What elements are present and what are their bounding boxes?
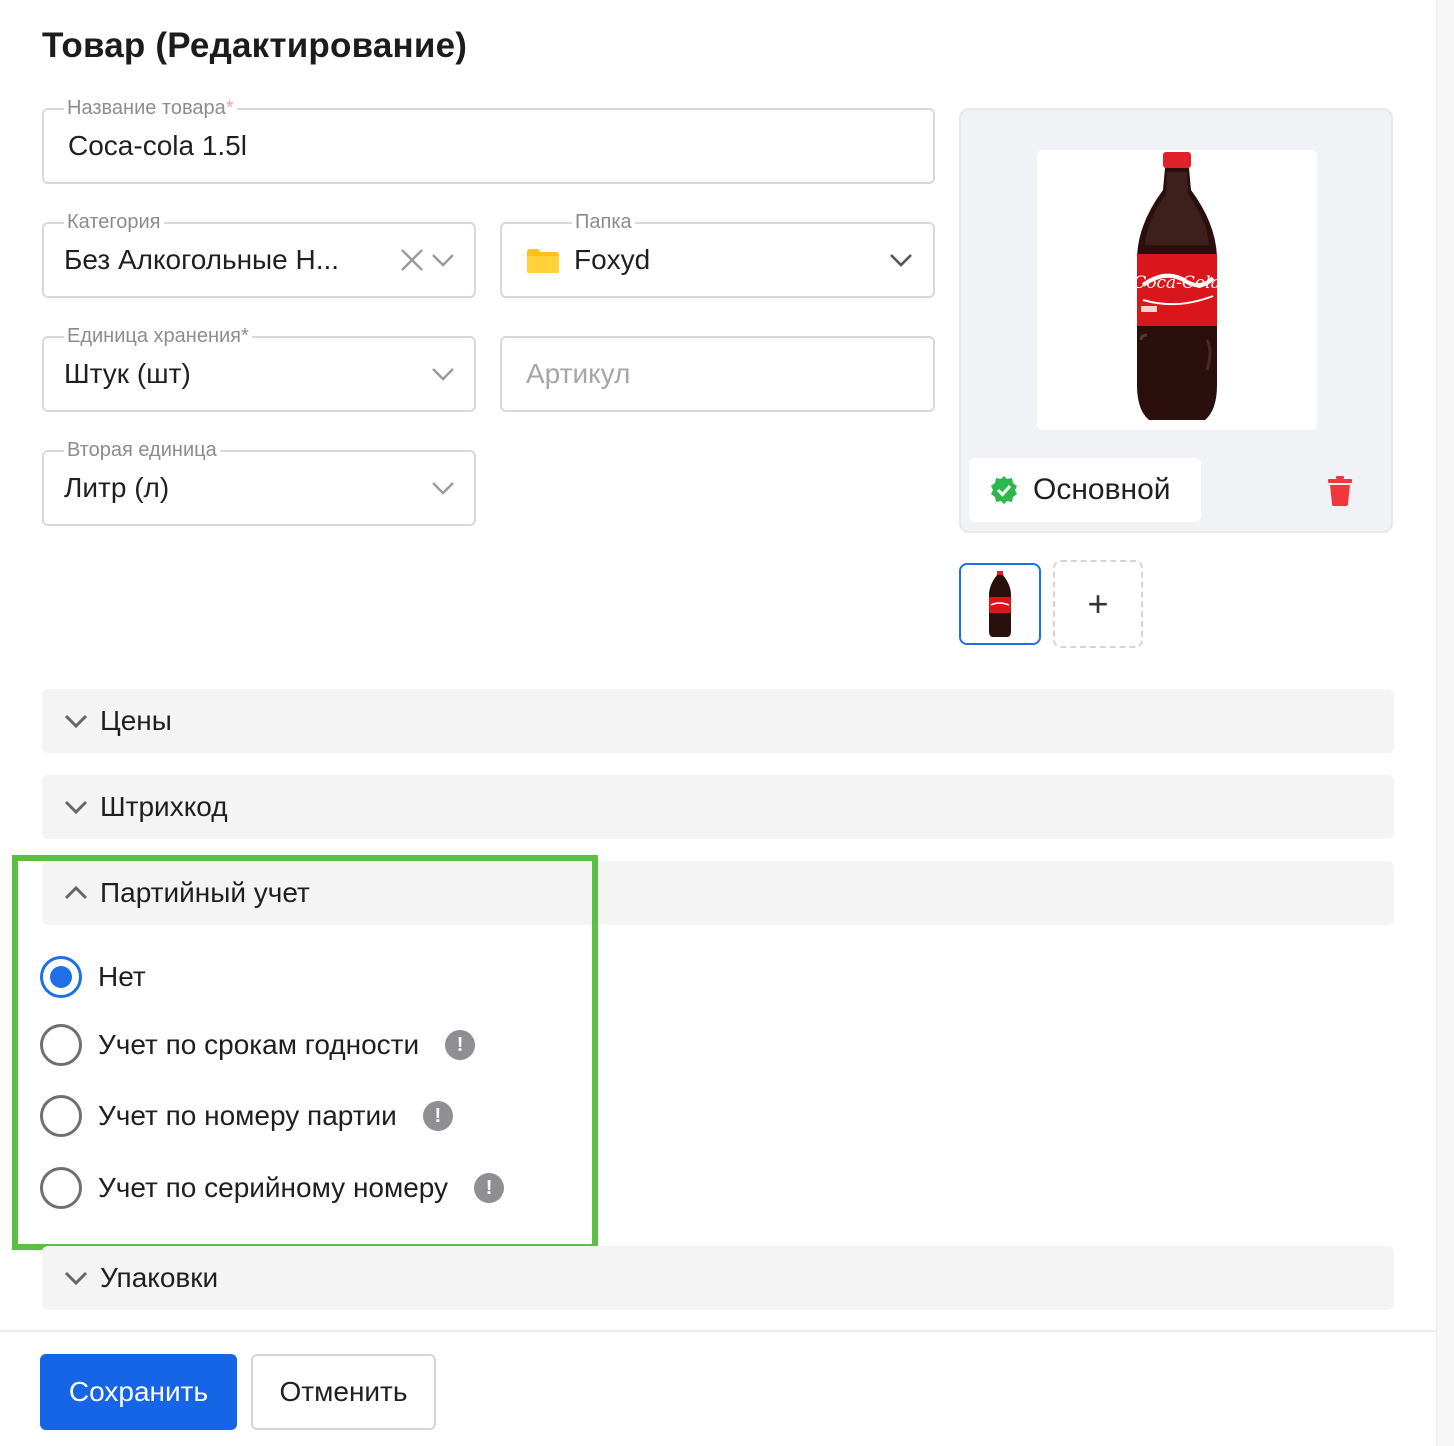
storage-unit-select[interactable]: Единица хранения* Штук (шт)	[42, 324, 476, 412]
section-label: Упаковки	[100, 1262, 219, 1293]
clear-icon[interactable]	[400, 248, 424, 272]
trash-icon[interactable]	[1327, 476, 1353, 506]
image-thumbnail[interactable]	[959, 563, 1041, 645]
section-label: Цены	[100, 705, 172, 736]
chevron-down-icon[interactable]	[432, 367, 454, 381]
chevron-down-icon[interactable]	[890, 253, 912, 267]
product-name-value: Coca-cola 1.5l	[68, 130, 247, 161]
verified-check-icon	[989, 475, 1019, 505]
product-name-field[interactable]: Название товара* Coca-cola 1.5l	[42, 96, 935, 184]
scrollbar[interactable]	[1436, 0, 1454, 1446]
chevron-down-icon[interactable]	[432, 253, 454, 267]
folder-select[interactable]: Папка Foxyd	[500, 210, 935, 298]
main-badge-label: Основной	[1033, 473, 1171, 506]
svg-text:Coca-Cola: Coca-Cola	[1133, 273, 1220, 293]
image-panel: Coca-Cola Основной	[959, 108, 1393, 533]
product-image: Coca-Cola	[1037, 150, 1317, 430]
page-title: Товар (Редактирование)	[42, 26, 468, 65]
second-unit-select[interactable]: Вторая единица Литр (л)	[42, 438, 476, 526]
chevron-down-icon	[64, 1270, 88, 1286]
chevron-down-icon	[64, 713, 88, 729]
footer-bar: Сохранить Отменить	[0, 1330, 1436, 1446]
category-select[interactable]: Категория Без Алкогольные Н...	[42, 210, 476, 298]
cancel-button[interactable]: Отменить	[251, 1354, 436, 1430]
section-packages[interactable]: Упаковки	[42, 1246, 1394, 1310]
folder-icon	[526, 248, 560, 274]
section-label: Штрихкод	[100, 791, 228, 822]
article-placeholder: Артикул	[526, 358, 631, 389]
section-prices[interactable]: Цены	[42, 689, 1394, 753]
storage-unit-value: Штук (шт)	[64, 358, 191, 389]
folder-value: Foxyd	[574, 244, 651, 275]
main-image-badge[interactable]: Основной	[969, 458, 1201, 522]
chevron-down-icon	[64, 799, 88, 815]
highlight-box	[12, 855, 598, 1250]
add-image-button[interactable]: +	[1053, 560, 1143, 648]
category-value: Без Алкогольные Н...	[64, 244, 340, 275]
section-barcode[interactable]: Штрихкод	[42, 775, 1394, 839]
save-button[interactable]: Сохранить	[40, 1354, 237, 1430]
second-unit-value: Литр (л)	[64, 472, 170, 503]
chevron-down-icon[interactable]	[432, 481, 454, 495]
article-input[interactable]: Артикул	[500, 336, 935, 412]
